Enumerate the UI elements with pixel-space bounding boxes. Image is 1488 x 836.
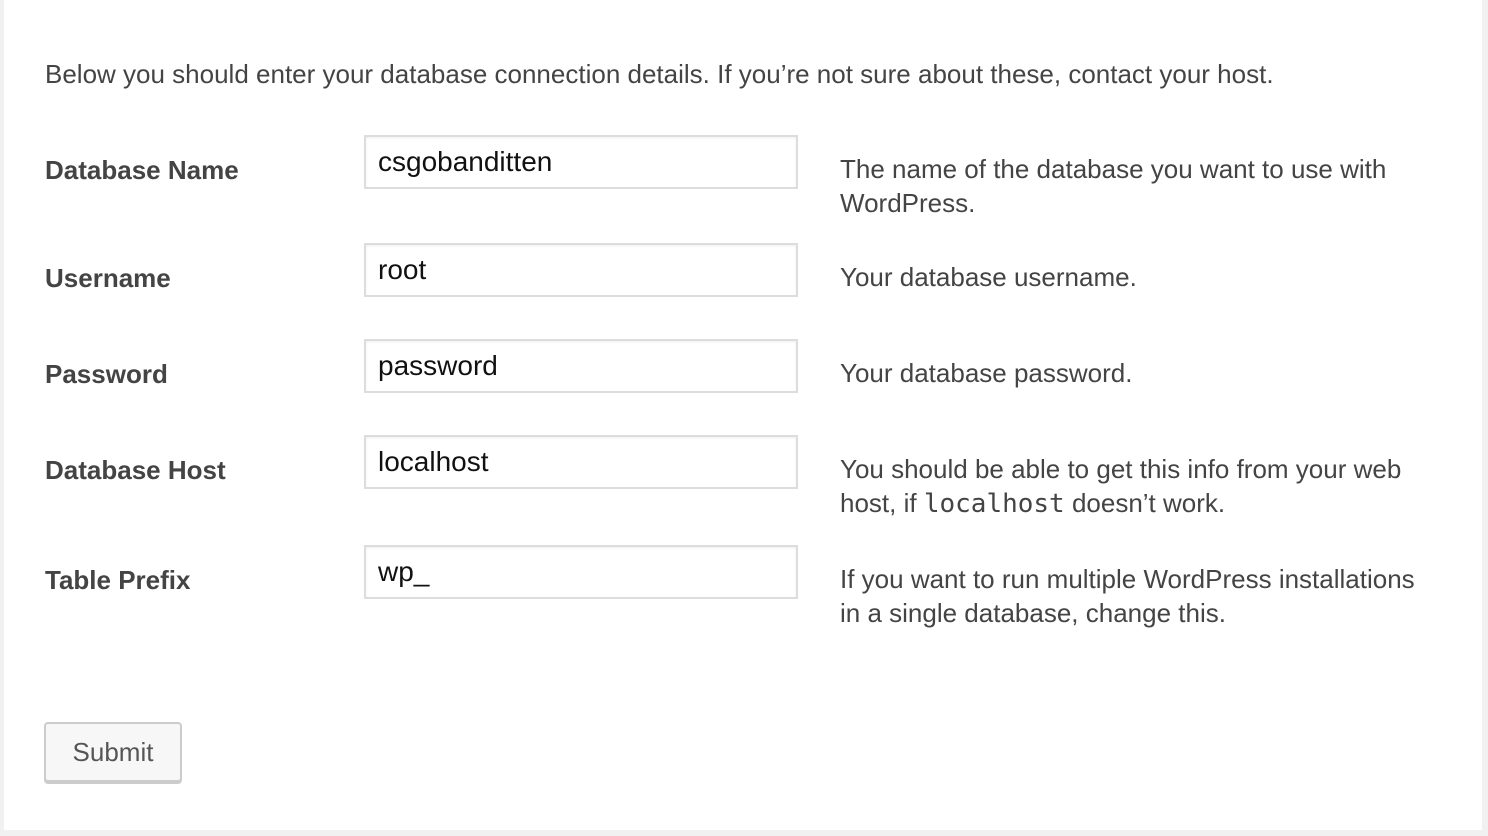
table-prefix-description: If you want to run multiple WordPress in… — [840, 564, 1415, 628]
password-label: Password — [45, 359, 168, 389]
database-host-description: You should be able to get this info from… — [840, 452, 1430, 521]
password-input[interactable] — [364, 339, 798, 393]
username-label: Username — [45, 263, 171, 293]
database-name-input[interactable] — [364, 135, 798, 189]
setup-config-card: Below you should enter your database con… — [4, 0, 1482, 830]
table-prefix-label: Table Prefix — [45, 565, 191, 595]
table-prefix-input[interactable] — [364, 545, 798, 599]
password-description: Your database password. — [840, 358, 1133, 388]
submit-button[interactable]: Submit — [44, 722, 182, 782]
database-host-input[interactable] — [364, 435, 798, 489]
database-host-label: Database Host — [45, 455, 226, 485]
intro-text: Below you should enter your database con… — [45, 59, 1274, 89]
database-name-label: Database Name — [45, 155, 239, 185]
database-name-description: The name of the database you want to use… — [840, 154, 1387, 218]
database-host-description-suffix: doesn’t work. — [1064, 488, 1226, 518]
username-description: Your database username. — [840, 262, 1137, 292]
username-input[interactable] — [364, 243, 798, 297]
localhost-code: localhost — [923, 489, 1065, 519]
